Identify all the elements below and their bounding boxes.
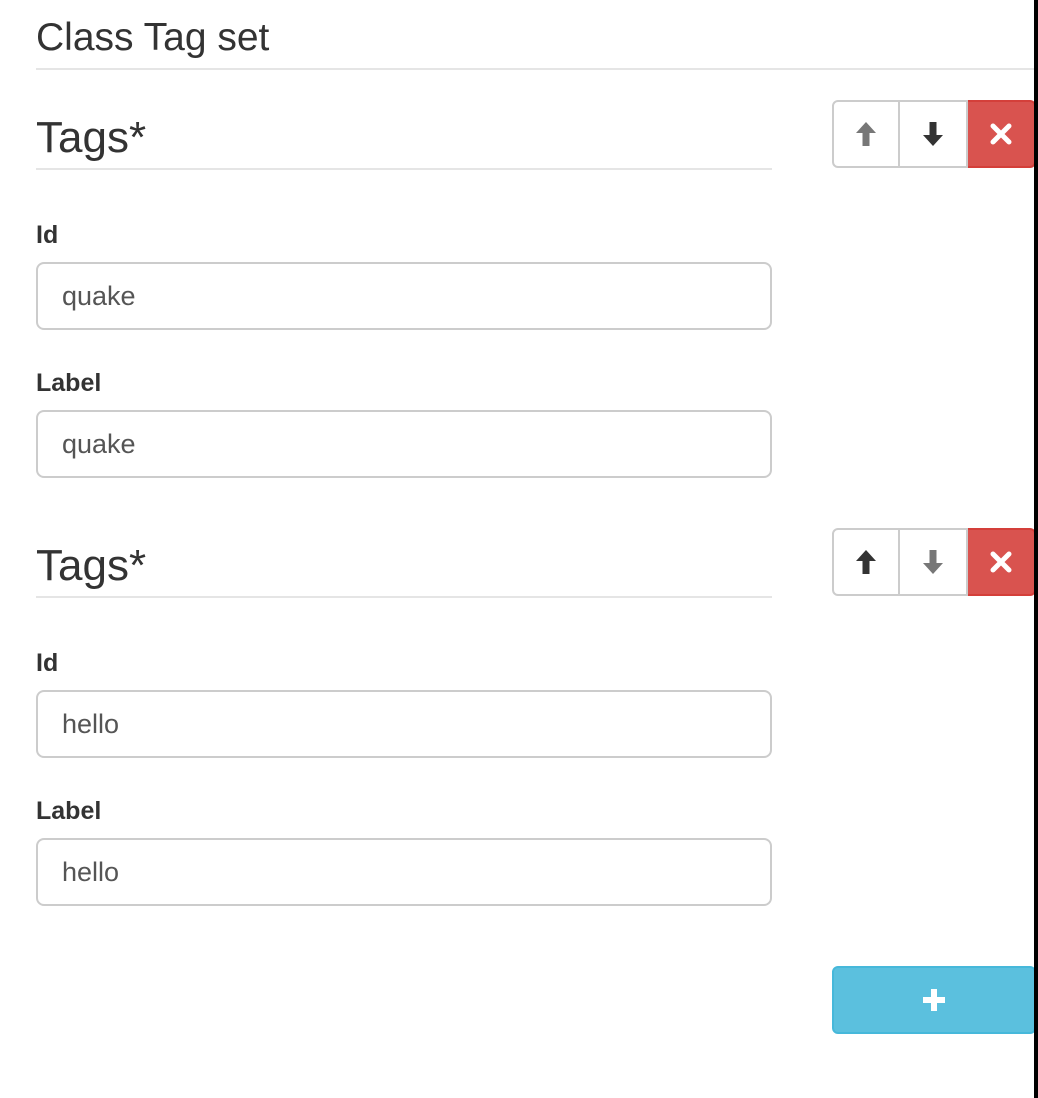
move-down-button[interactable] (900, 528, 968, 596)
id-field[interactable] (36, 262, 772, 330)
label-field[interactable] (36, 838, 772, 906)
id-field-label: Id (36, 221, 59, 249)
array-item-toolbox (832, 528, 1036, 596)
id-field[interactable] (36, 690, 772, 758)
close-icon (990, 551, 1012, 573)
label-field-label: Label (36, 797, 102, 825)
move-up-button[interactable] (832, 528, 900, 596)
arrow-down-icon (923, 550, 943, 574)
arrow-down-icon (923, 122, 943, 146)
move-up-button[interactable] (832, 100, 900, 168)
move-down-button[interactable] (900, 100, 968, 168)
id-field-label: Id (36, 649, 59, 677)
tag-heading: Tags* (36, 110, 772, 170)
tag-heading-text: Tags* (36, 541, 147, 590)
close-icon (990, 123, 1012, 145)
form-legend: Class Tag set (36, 14, 1036, 70)
tag-heading-text: Tags* (36, 113, 147, 162)
arrow-up-icon (856, 122, 876, 146)
remove-button[interactable] (968, 100, 1036, 168)
window-edge (1034, 0, 1038, 1098)
add-item-button[interactable] (832, 966, 1036, 1034)
tag-heading: Tags* (36, 538, 772, 598)
label-field-label: Label (36, 369, 102, 397)
array-item-toolbox (832, 100, 1036, 168)
arrow-up-icon (856, 550, 876, 574)
label-field[interactable] (36, 410, 772, 478)
remove-button[interactable] (968, 528, 1036, 596)
form-title: Class Tag set (36, 16, 270, 59)
plus-icon (923, 989, 945, 1011)
form-page: Class Tag set Tags* Id quake Label quake… (0, 0, 1038, 1098)
